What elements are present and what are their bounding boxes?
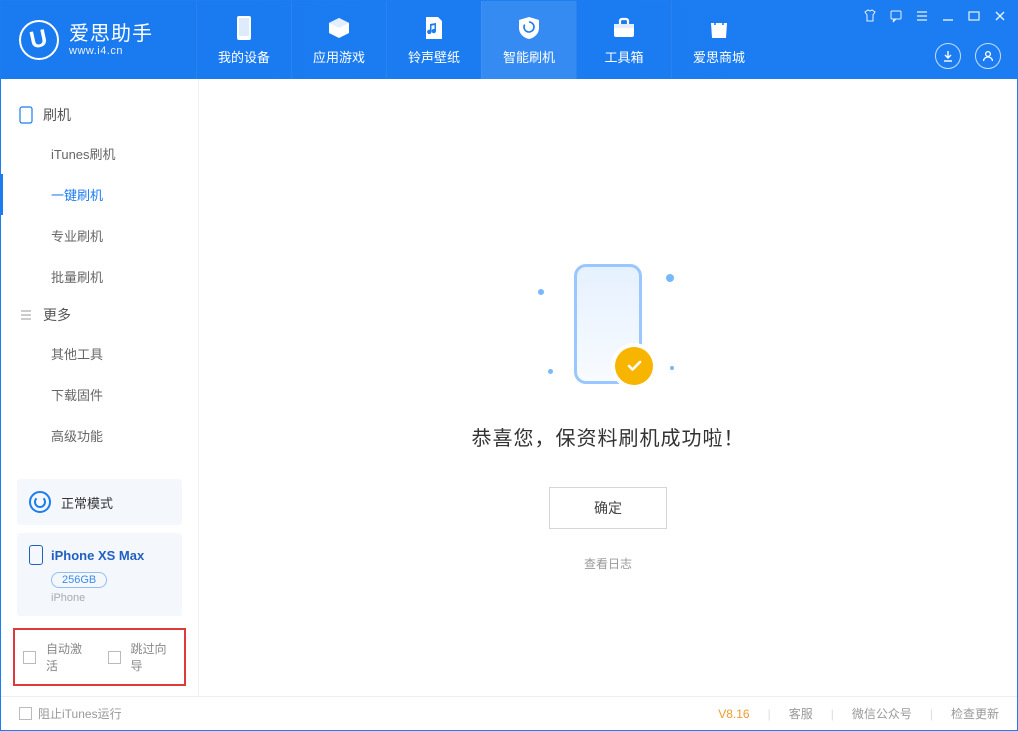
minimize-icon[interactable]: [941, 9, 955, 23]
shield-refresh-icon: [516, 15, 542, 41]
checkbox-auto-activate[interactable]: [23, 651, 36, 664]
menu-icon[interactable]: [915, 9, 929, 23]
sparkle-icon: [538, 289, 544, 295]
tab-toolbox[interactable]: 工具箱: [576, 1, 671, 79]
sparkle-icon: [666, 274, 674, 282]
device-type: iPhone: [51, 592, 170, 604]
feedback-icon[interactable]: [889, 9, 903, 23]
nav-tabs: 我的设备 应用游戏 铃声壁纸 智能刷机 工具箱: [196, 1, 766, 79]
main-content: 恭喜您，保资料刷机成功啦！ 确定 查看日志: [199, 79, 1017, 696]
checkbox-skip-guide[interactable]: [108, 651, 121, 664]
status-bar: 阻止iTunes运行 V8.16 | 客服 | 微信公众号 | 检查更新: [1, 696, 1017, 730]
device-name: iPhone XS Max: [51, 548, 144, 563]
opt-auto-activate-label: 自动激活: [46, 640, 92, 674]
sidebar-group-more: 更多: [1, 297, 198, 333]
sidebar: 刷机 iTunes刷机 一键刷机 专业刷机 批量刷机 更多 其他工具 下载固件 …: [1, 79, 199, 696]
success-message: 恭喜您，保资料刷机成功啦！: [472, 422, 745, 451]
tab-my-device[interactable]: 我的设备: [196, 1, 291, 79]
view-log-link[interactable]: 查看日志: [584, 555, 632, 572]
sidebar-item-download-firmware[interactable]: 下载固件: [1, 374, 198, 415]
maximize-icon[interactable]: [967, 9, 981, 23]
logo-block: U 爱思助手 www.i4.cn: [1, 1, 196, 79]
sidebar-item-batch-flash[interactable]: 批量刷机: [1, 256, 198, 297]
normal-mode-icon: [29, 491, 51, 513]
device-capacity: 256GB: [51, 572, 107, 588]
phone-outline-icon: [19, 106, 33, 124]
mode-box[interactable]: 正常模式: [17, 479, 182, 525]
tab-ringtones-wallpapers[interactable]: 铃声壁纸: [386, 1, 481, 79]
device-icon: [231, 15, 257, 41]
tab-label: 智能刷机: [503, 47, 555, 66]
group-title: 刷机: [43, 105, 71, 125]
device-phone-icon: [29, 545, 43, 565]
skin-icon[interactable]: [863, 9, 877, 23]
cube-icon: [326, 15, 352, 41]
window-controls: [863, 9, 1007, 23]
toolbox-icon: [611, 15, 637, 41]
device-box[interactable]: iPhone XS Max 256GB iPhone: [17, 533, 182, 616]
music-file-icon: [421, 15, 447, 41]
mode-label: 正常模式: [61, 493, 113, 512]
user-button[interactable]: [975, 43, 1001, 69]
tab-apps-games[interactable]: 应用游戏: [291, 1, 386, 79]
sidebar-item-advanced[interactable]: 高级功能: [1, 415, 198, 456]
version-label: V8.16: [718, 707, 749, 721]
checkbox-block-itunes[interactable]: [19, 707, 32, 720]
sb-link-support[interactable]: 客服: [789, 705, 813, 722]
sidebar-item-one-click-flash[interactable]: 一键刷机: [1, 174, 198, 215]
sidebar-group-flash: 刷机: [1, 97, 198, 133]
tab-label: 应用游戏: [313, 47, 365, 66]
tab-store[interactable]: 爱思商城: [671, 1, 766, 79]
tab-label: 我的设备: [218, 47, 270, 66]
header: U 爱思助手 www.i4.cn 我的设备 应用游戏 铃声壁纸: [1, 1, 1017, 79]
flash-options-highlight: 自动激活 跳过向导: [13, 628, 186, 686]
tab-label: 工具箱: [604, 47, 643, 66]
opt-skip-guide-label: 跳过向导: [131, 640, 177, 674]
sb-link-wechat[interactable]: 微信公众号: [852, 705, 912, 722]
tab-label: 爱思商城: [693, 47, 745, 66]
success-illustration: [508, 244, 708, 404]
sparkle-icon: [670, 366, 674, 370]
phone-illustration-icon: [574, 264, 642, 384]
sidebar-item-other-tools[interactable]: 其他工具: [1, 333, 198, 374]
header-action-icons: [935, 43, 1001, 69]
close-icon[interactable]: [993, 9, 1007, 23]
check-badge-icon: [615, 347, 653, 385]
tab-label: 铃声壁纸: [408, 47, 460, 66]
shopping-bag-icon: [706, 15, 732, 41]
brand-subtitle: www.i4.cn: [69, 45, 153, 57]
sidebar-item-pro-flash[interactable]: 专业刷机: [1, 215, 198, 256]
sparkle-icon: [548, 369, 553, 374]
brand-title: 爱思助手: [69, 23, 153, 45]
group-title: 更多: [43, 305, 71, 325]
sb-link-check-update[interactable]: 检查更新: [951, 705, 999, 722]
logo-icon: U: [19, 20, 59, 60]
list-icon: [19, 308, 33, 322]
download-button[interactable]: [935, 43, 961, 69]
sidebar-item-itunes-flash[interactable]: iTunes刷机: [1, 133, 198, 174]
ok-button[interactable]: 确定: [549, 487, 667, 529]
block-itunes-label: 阻止iTunes运行: [38, 705, 122, 722]
tab-smart-flash[interactable]: 智能刷机: [481, 1, 576, 79]
